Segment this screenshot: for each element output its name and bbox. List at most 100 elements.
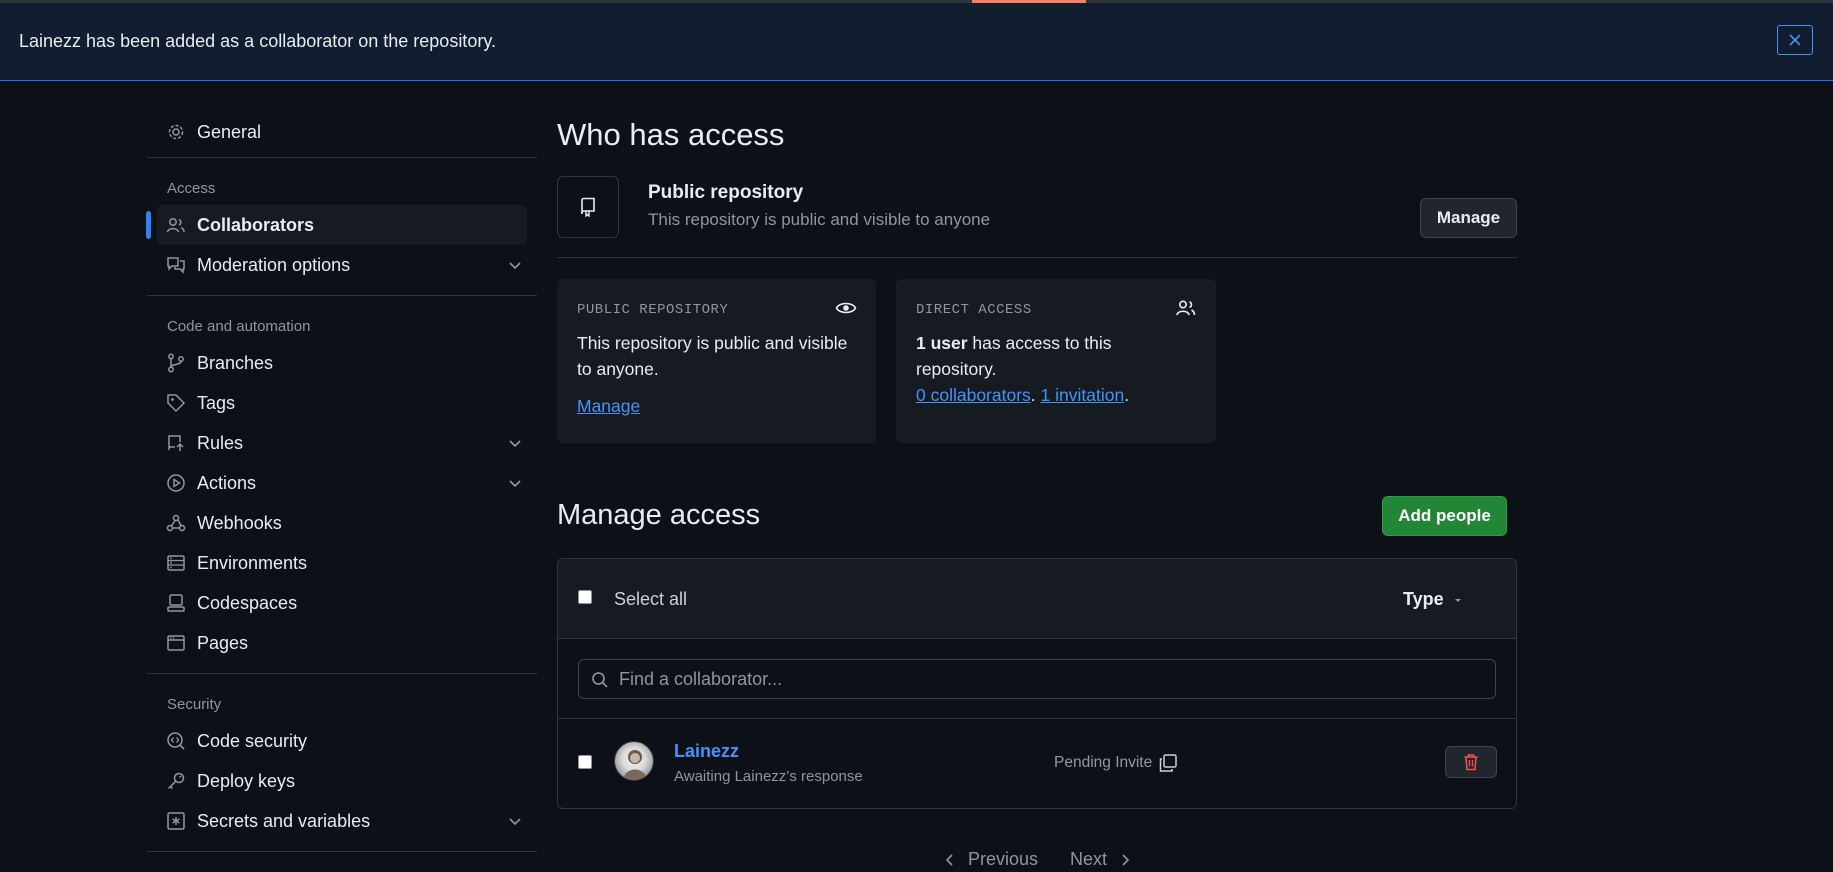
chevron-left-icon xyxy=(945,853,953,866)
sidebar-item-tags[interactable]: Tags xyxy=(147,383,537,423)
invitation-link[interactable]: 1 invitation xyxy=(1041,385,1125,405)
sidebar-heading-access: Access xyxy=(167,180,216,197)
add-people-button[interactable]: Add people xyxy=(1382,496,1507,536)
next-page-button[interactable]: Next xyxy=(1070,849,1133,870)
previous-page-button[interactable]: Previous xyxy=(942,849,1038,870)
chevron-down-icon xyxy=(509,262,521,270)
type-filter-dropdown[interactable]: Type xyxy=(1403,589,1466,610)
chevron-right-icon xyxy=(1122,853,1130,866)
collaborator-status-text: Awaiting Lainezz’s response xyxy=(674,768,863,785)
sidebar-item-label: Pages xyxy=(197,632,249,653)
previous-label: Previous xyxy=(968,849,1039,869)
search-row xyxy=(558,639,1516,719)
table-row: Lainezz Awaiting Lainezz’s response Pend… xyxy=(558,719,1516,808)
next-label: Next xyxy=(1070,849,1108,869)
sidebar-item-secrets[interactable]: Secrets and variables xyxy=(147,801,537,841)
sidebar-item-pages[interactable]: Pages xyxy=(147,623,537,663)
sidebar-heading-code: Code and automation xyxy=(167,318,311,335)
manage-access-heading: Manage access xyxy=(557,499,761,531)
separator-text: . xyxy=(1030,385,1041,405)
sidebar-item-moderation[interactable]: Moderation options xyxy=(147,245,537,285)
comment-discussion-icon xyxy=(166,255,186,275)
repo-icon xyxy=(581,197,595,217)
chevron-down-icon xyxy=(509,480,521,488)
remove-collaborator-button[interactable] xyxy=(1445,746,1497,778)
gear-icon xyxy=(166,122,186,142)
sidebar-item-label: Rules xyxy=(197,432,244,453)
copy-icon[interactable] xyxy=(1158,753,1178,773)
sidebar-item-environments[interactable]: Environments xyxy=(147,543,537,583)
type-filter-label: Type xyxy=(1403,589,1444,609)
sidebar-divider xyxy=(147,851,537,852)
sidebar-item-label: Moderation options xyxy=(197,254,351,275)
triangle-down-icon xyxy=(1454,598,1461,602)
chevron-down-icon xyxy=(509,440,521,448)
card-body: 1 user has access to this repository. 0 … xyxy=(916,330,1196,408)
play-icon xyxy=(166,473,186,493)
people-icon xyxy=(166,215,186,235)
manage-link[interactable]: Manage xyxy=(577,396,640,417)
webhook-icon xyxy=(166,513,186,533)
repo-push-icon xyxy=(166,433,186,453)
pending-invite: Pending Invite xyxy=(1054,753,1178,773)
find-collaborator-input[interactable] xyxy=(619,660,1479,698)
sidebar-item-label: Deploy keys xyxy=(197,770,296,791)
collaborators-table: Select all Type Lainezz Awaiting Lainezz… xyxy=(557,558,1517,809)
settings-sidebar: General Access Collaborators Moderation … xyxy=(146,112,537,852)
sidebar-divider xyxy=(147,157,537,158)
direct-access-card: DIRECT ACCESS 1 user has access to this … xyxy=(896,279,1216,443)
sidebar-item-general[interactable]: General xyxy=(147,112,537,152)
repo-visibility-icon-box xyxy=(557,176,619,238)
key-icon xyxy=(166,771,186,791)
avatar-image xyxy=(623,750,647,780)
collaborators-link[interactable]: 0 collaborators xyxy=(916,385,1031,405)
sidebar-item-rules[interactable]: Rules xyxy=(147,423,537,463)
public-repository-card: PUBLIC REPOSITORY This repository is pub… xyxy=(557,279,876,443)
sidebar-item-label: Actions xyxy=(197,472,257,493)
sidebar-item-collaborators[interactable]: Collaborators xyxy=(146,205,527,245)
pending-invite-label: Pending Invite xyxy=(1054,754,1153,771)
asterisk-icon xyxy=(166,811,186,831)
flash-message: Lainezz has been added as a collaborator… xyxy=(19,31,496,51)
sidebar-item-codespaces[interactable]: Codespaces xyxy=(147,583,537,623)
sidebar-item-webhooks[interactable]: Webhooks xyxy=(147,503,537,543)
server-icon xyxy=(166,553,186,573)
sidebar-item-deploy-keys[interactable]: Deploy keys xyxy=(147,761,537,801)
card-body: This repository is public and visible to… xyxy=(577,333,848,379)
sidebar-item-label: Collaborators xyxy=(197,214,315,235)
people-icon xyxy=(1176,300,1196,316)
select-all-label: Select all xyxy=(614,589,688,609)
pagination: Previous Next xyxy=(942,849,1133,870)
repo-visibility-title: Public repository xyxy=(648,182,804,203)
who-has-access-heading: Who has access xyxy=(557,117,785,152)
sidebar-heading-security: Security xyxy=(167,696,222,713)
sidebar-divider xyxy=(147,295,537,296)
collaborator-name-link[interactable]: Lainezz xyxy=(674,741,739,762)
end-text: . xyxy=(1124,385,1130,405)
avatar[interactable] xyxy=(614,741,654,781)
card-label: DIRECT ACCESS xyxy=(916,302,1032,318)
repo-visibility-description: This repository is public and visible to… xyxy=(648,210,991,229)
flash-banner: Lainezz has been added as a collaborator… xyxy=(0,3,1833,81)
table-header: Select all Type xyxy=(558,559,1516,639)
section-divider xyxy=(557,257,1517,258)
sidebar-item-actions[interactable]: Actions xyxy=(147,463,537,503)
sidebar-item-label: Tags xyxy=(197,392,236,413)
sidebar-item-label: Codespaces xyxy=(197,592,298,613)
row-checkbox[interactable] xyxy=(578,755,592,769)
sidebar-item-branches[interactable]: Branches xyxy=(147,343,537,383)
codespaces-icon xyxy=(166,593,186,613)
select-all-checkbox[interactable] xyxy=(578,590,592,604)
sidebar-item-label: Webhooks xyxy=(197,512,282,533)
search-icon xyxy=(592,672,608,688)
x-icon xyxy=(1789,34,1801,46)
sidebar-item-label: General xyxy=(197,121,262,142)
codescan-icon xyxy=(166,731,186,751)
sidebar-item-code-security[interactable]: Code security xyxy=(147,721,537,761)
manage-visibility-button[interactable]: Manage xyxy=(1420,198,1517,238)
git-branch-icon xyxy=(166,353,186,373)
sidebar-divider xyxy=(147,673,537,674)
trash-icon xyxy=(1464,754,1478,771)
flash-close-button[interactable] xyxy=(1777,25,1813,55)
sidebar-item-label: Secrets and variables xyxy=(197,810,371,831)
